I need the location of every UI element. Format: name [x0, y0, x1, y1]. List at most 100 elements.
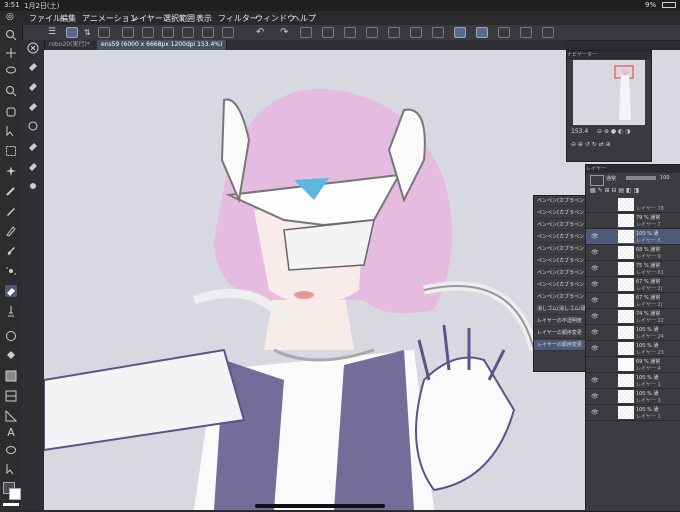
history-item[interactable]: ペンペン(カブラペン: [534, 220, 586, 231]
history-item[interactable]: ペンペン(カブラペン: [534, 196, 586, 207]
app-logo-icon[interactable]: ◎: [6, 12, 14, 22]
subtool-eraser-vector-icon[interactable]: [27, 120, 39, 132]
subtool-eraser-soft-icon[interactable]: [27, 80, 39, 92]
menu-file[interactable]: ファイル: [29, 13, 61, 24]
layer-row[interactable]: 👁 75 % 通常 レイヤー 61: [586, 261, 680, 277]
transparent-color-swatch[interactable]: [3, 503, 19, 506]
layer-row[interactable]: 👁 67 % 通常 レイヤー 2(: [586, 293, 680, 309]
menu-selection[interactable]: 選択範囲: [163, 13, 195, 24]
share-icon[interactable]: [222, 27, 234, 38]
tab-ens59[interactable]: ens59 (6000 x 6668px 1200dpi 153.4%): [97, 40, 228, 50]
updown-arrows-icon[interactable]: ⇅: [84, 27, 96, 38]
operation-tool-icon[interactable]: [5, 125, 17, 137]
bucket-icon[interactable]: [344, 27, 356, 38]
layer-color-icon[interactable]: [590, 175, 604, 186]
layer-row[interactable]: 👁 100 % 通レイヤー 24: [586, 325, 680, 341]
subtool-eraser-kneaded-icon[interactable]: [27, 180, 39, 192]
pen-tool-shortcut-icon[interactable]: [66, 27, 78, 38]
layer-row[interactable]: 👁 74 % 通常 レイヤー 22: [586, 309, 680, 325]
history-item[interactable]: ペンペン(カブラペン: [534, 208, 586, 219]
fill-icon[interactable]: [322, 27, 334, 38]
lasso-tool-icon[interactable]: [5, 65, 17, 77]
subtool-eraser-snap-icon[interactable]: [27, 160, 39, 172]
move-tool-icon[interactable]: [5, 47, 17, 59]
navigator-preview[interactable]: [573, 60, 645, 125]
settings-icon[interactable]: [520, 27, 532, 38]
history-item-current[interactable]: レイヤーの順序変更: [534, 340, 586, 351]
pen-tool-icon[interactable]: [5, 205, 17, 217]
bucket-tool-icon[interactable]: [5, 350, 17, 362]
layer-row[interactable]: 👁 67 % 通常 レイヤー 2(: [586, 277, 680, 293]
visibility-eye-icon[interactable]: 👁: [591, 409, 599, 416]
snap-special-ruler-icon[interactable]: [476, 27, 488, 38]
menu-view[interactable]: 表示: [196, 13, 212, 24]
subtool-eraser-rough-icon[interactable]: [27, 100, 39, 112]
subtool-eraser-hard-icon[interactable]: [27, 60, 39, 72]
menu-edit[interactable]: 編集: [60, 13, 76, 24]
crop-icon[interactable]: [366, 27, 378, 38]
opacity-slider[interactable]: [626, 176, 656, 180]
menu-filter[interactable]: フィルター: [218, 13, 258, 24]
eyedropper-tool-icon[interactable]: [5, 185, 17, 197]
layer-row[interactable]: 👁 100 % 通レイヤー 1: [586, 373, 680, 389]
hand-tool-icon[interactable]: [5, 105, 17, 117]
subtool-eraser-multi-icon[interactable]: [27, 140, 39, 152]
deselect-icon[interactable]: [410, 27, 422, 38]
brush-tool-icon[interactable]: [5, 245, 17, 257]
history-item[interactable]: レイヤーの順序変更: [534, 328, 586, 339]
menu-animation[interactable]: アニメーション: [82, 13, 138, 24]
navigator-zoom-value[interactable]: 153.4: [571, 128, 588, 135]
visibility-eye-icon[interactable]: 👁: [591, 329, 599, 336]
visibility-eye-icon[interactable]: 👁: [591, 233, 599, 240]
visibility-eye-icon[interactable]: 👁: [591, 265, 599, 272]
zoom-controls-icon[interactable]: ⊖ ⊕ ● ◐ ◑: [597, 128, 630, 135]
selection-tool-icon[interactable]: [5, 145, 17, 157]
history-item[interactable]: ペンペン(カブラペン: [534, 280, 586, 291]
history-item[interactable]: ペンペン(カブラペン: [534, 232, 586, 243]
layer-tool-icons[interactable]: ▦ ✎ ⊞ ⊟ ▤ ◧ ◨: [590, 187, 639, 194]
menu-window[interactable]: ウィンドウ: [255, 13, 295, 24]
layer-row[interactable]: 👁 100 % 通レイヤー 23: [586, 341, 680, 357]
sparkle-tool-icon[interactable]: [5, 165, 17, 177]
layer-row[interactable]: 👁 68 % 通常 レイヤー 9: [586, 245, 680, 261]
blend-tool-icon[interactable]: [5, 305, 17, 317]
balloon-tool-icon[interactable]: [5, 445, 17, 457]
hamburger-menu-icon[interactable]: ☰: [48, 27, 60, 38]
history-item[interactable]: ペンペン(カブラペン: [534, 256, 586, 267]
zoom-tool-icon[interactable]: [5, 29, 17, 41]
history-item[interactable]: 消しゴム(消しゴム(硬: [534, 304, 586, 315]
select-all-icon[interactable]: [388, 27, 400, 38]
history-item[interactable]: ペンペン(カブラペン: [534, 244, 586, 255]
ruler-snap-icon[interactable]: [454, 27, 466, 38]
gradient-tool-icon[interactable]: [5, 370, 17, 382]
layer-row[interactable]: 69 % 通常 レイヤー 4: [586, 357, 680, 373]
text-tool-icon[interactable]: A: [5, 427, 17, 439]
tab-robo20[interactable]: robo20(実行)*: [45, 40, 95, 50]
visibility-eye-icon[interactable]: 👁: [591, 297, 599, 304]
frame-tool-icon[interactable]: [5, 390, 17, 402]
layer-row-selected[interactable]: 👁 100 % 通レイヤー 8: [586, 229, 680, 245]
visibility-eye-icon[interactable]: 👁: [591, 281, 599, 288]
opacity-value[interactable]: 100: [660, 175, 670, 181]
invert-selection-icon[interactable]: [432, 27, 444, 38]
open-file-icon[interactable]: [142, 27, 154, 38]
visibility-eye-icon[interactable]: 👁: [591, 393, 599, 400]
fill-tool-icon[interactable]: [5, 330, 17, 342]
color-wheel-icon[interactable]: [98, 27, 110, 38]
visibility-eye-icon[interactable]: 👁: [591, 249, 599, 256]
transform-icon[interactable]: [300, 27, 312, 38]
export2-icon[interactable]: [202, 27, 214, 38]
layer-row[interactable]: レイヤー 78: [586, 197, 680, 213]
rotate-controls-icon[interactable]: ⊖ ⊕ ↺ ↻ ⇄ ⊕: [571, 141, 611, 148]
layer-row[interactable]: 👁 100 % 通レイヤー 3: [586, 389, 680, 405]
save-icon[interactable]: [162, 27, 174, 38]
new-canvas-icon[interactable]: [122, 27, 134, 38]
export-icon[interactable]: [182, 27, 194, 38]
eraser-tool-icon[interactable]: [5, 285, 17, 297]
menu-help[interactable]: ヘルプ: [292, 13, 316, 24]
history-item[interactable]: ペンペン(カブラペン: [534, 292, 586, 303]
layer-row[interactable]: 👁 100 % 通レイヤー 1: [586, 405, 680, 421]
blend-mode-select[interactable]: 通常: [606, 175, 616, 182]
visibility-eye-icon[interactable]: 👁: [591, 313, 599, 320]
visibility-eye-icon[interactable]: 👁: [591, 377, 599, 384]
